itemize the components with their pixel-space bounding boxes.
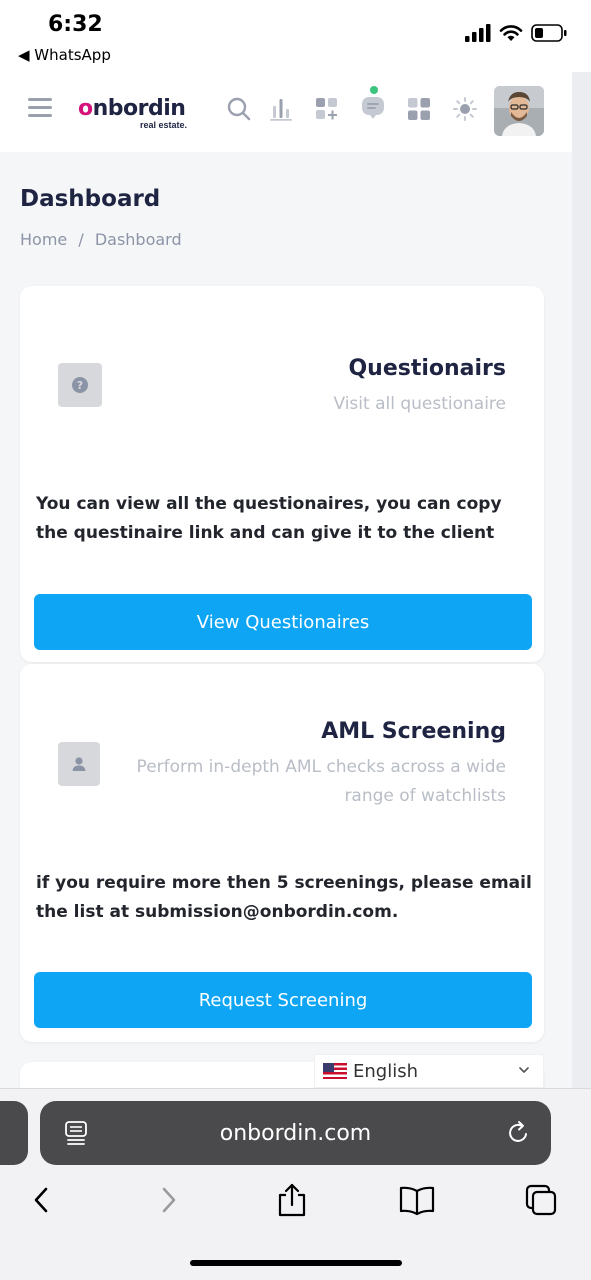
user-avatar[interactable] [494, 86, 544, 136]
breadcrumb-current: Dashboard [94, 230, 182, 249]
us-flag-icon [323, 1063, 347, 1079]
breadcrumb: Home / Dashboard [20, 230, 188, 249]
page-title: Dashboard [20, 186, 161, 212]
avatar-image [494, 86, 544, 136]
tabs-icon[interactable] [524, 1183, 560, 1217]
previous-tab-peek[interactable] [0, 1101, 28, 1165]
status-bar: 6:32 ◀ WhatsApp [0, 0, 591, 72]
aml-screening-card-description: if you require more then 5 screenings, p… [36, 873, 532, 922]
logo-subtitle: real estate. [140, 120, 188, 130]
svg-text:?: ? [77, 379, 83, 392]
wifi-icon [499, 25, 523, 41]
language-selected: English [353, 1060, 418, 1082]
chat-icon [362, 97, 384, 119]
back-icon[interactable] [26, 1183, 58, 1217]
signal-icon [465, 24, 491, 42]
status-time: 6:32 [48, 12, 103, 37]
url-text: onbordin.com [219, 1121, 372, 1146]
questionairs-card-subtitle: Visit all questionaire [333, 394, 506, 414]
brightness-icon[interactable] [452, 96, 478, 122]
chart-icon[interactable] [268, 96, 294, 122]
language-selector[interactable]: English [314, 1054, 544, 1088]
chevron-down-icon [519, 1067, 529, 1073]
logo-o-mark: o [78, 96, 93, 121]
online-dot-icon [370, 86, 378, 94]
aml-screening-card-title: AML Screening [321, 719, 506, 744]
aml-screening-card: AML Screening Perform in-depth AML check… [20, 664, 544, 1042]
browser-toolbar: onbordin.com [0, 1088, 591, 1280]
app-header: onbordin real estate. [0, 72, 572, 152]
breadcrumb-separator: / [78, 230, 84, 249]
onbordin-logo[interactable]: onbordin real estate. [78, 96, 187, 130]
chat-icon-wrapper[interactable] [360, 82, 386, 122]
request-screening-button[interactable]: Request Screening [34, 972, 532, 1028]
share-icon[interactable] [276, 1183, 308, 1217]
back-to-whatsapp-link[interactable]: ◀ WhatsApp [18, 46, 111, 64]
forward-icon[interactable] [152, 1183, 184, 1217]
breadcrumb-home-link[interactable]: Home [20, 230, 67, 249]
question-icon: ? [72, 377, 88, 393]
add-widget-icon[interactable] [314, 96, 340, 122]
questionairs-card: ? Questionairs Visit all questionaire Yo… [20, 286, 544, 662]
questionairs-card-description: You can view all the questionaires, you … [36, 494, 502, 543]
address-bar[interactable]: onbordin.com [40, 1101, 551, 1165]
questionairs-card-icon: ? [58, 363, 102, 407]
apps-icon[interactable] [406, 96, 432, 122]
home-indicator[interactable] [190, 1260, 402, 1266]
reload-icon[interactable] [507, 1120, 531, 1146]
questionairs-card-title: Questionairs [348, 356, 506, 381]
bookmarks-icon[interactable] [398, 1183, 436, 1217]
aml-screening-card-subtitle: Perform in-depth AML checks across a wid… [136, 757, 506, 806]
search-icon[interactable] [226, 96, 252, 122]
menu-icon[interactable] [28, 98, 52, 120]
page-scrollbar[interactable] [572, 72, 591, 1090]
online-dot [370, 86, 378, 94]
status-icons [465, 24, 567, 42]
logo-text: nbordin [92, 96, 186, 121]
view-questionaires-button[interactable]: View Questionaires [34, 594, 532, 650]
battery-icon [531, 24, 567, 42]
